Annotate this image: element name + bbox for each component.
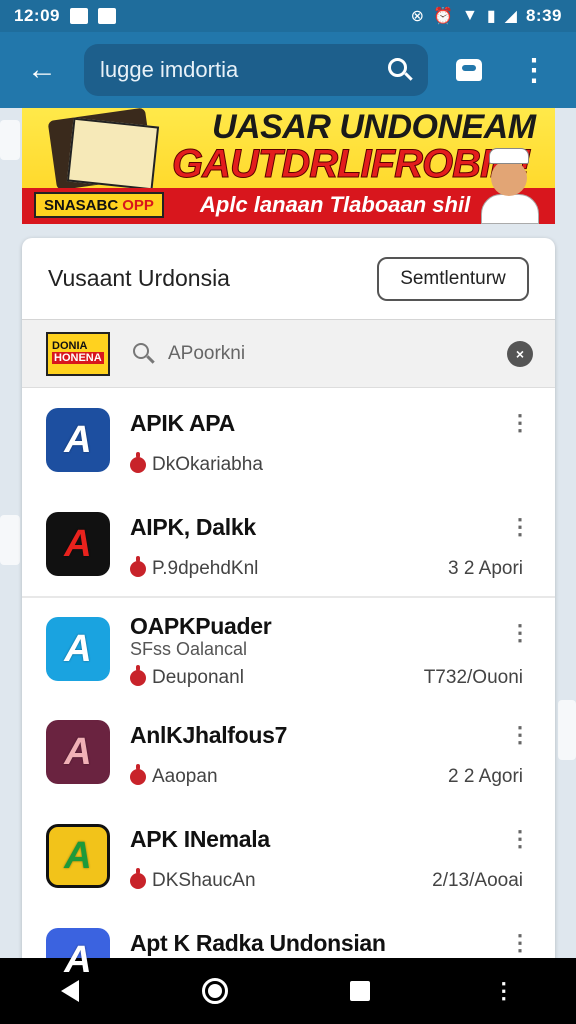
card-header: Vusaant Urdonsia Semtlenturw: [22, 238, 555, 320]
image-icon: [97, 8, 116, 24]
search-query: lugge imdortia: [100, 57, 239, 82]
banner-tagline: Aplc lanaan Tlaboaan shil: [200, 192, 471, 217]
app-list: A APIK APA DkOkariabha ⋮ A AIPK, Dalkk P…: [22, 388, 555, 978]
app-meta: 2 2 Agori: [448, 766, 523, 787]
more-vert-icon[interactable]: ⋮: [509, 514, 531, 540]
arrow-back-icon: ←: [27, 53, 57, 86]
card-action-button[interactable]: Semtlenturw: [377, 256, 529, 301]
back-button[interactable]: ←: [0, 32, 84, 108]
list-item[interactable]: A AnlKJhalfous7 Aaopan 2 2 Agori ⋮: [22, 700, 555, 804]
app-meta: T732/Ouoni: [423, 667, 523, 688]
app-meta: 3 2 Apori: [448, 558, 523, 579]
app-list-card: Vusaant Urdonsia Semtlenturw DONIA HONEN…: [22, 238, 555, 978]
app-name: Apt K Radka Undonsian: [130, 930, 386, 956]
banner-mascot: [475, 148, 545, 224]
more-vert-icon[interactable]: ⋮: [509, 620, 531, 646]
developer-badge-icon: [130, 868, 146, 889]
store-button[interactable]: [434, 32, 504, 108]
app-icon: A: [46, 512, 110, 576]
wifi-icon: ▼: [462, 7, 478, 24]
search-icon[interactable]: [386, 56, 414, 84]
list-item[interactable]: A AIPK, Dalkk P.9dpehdKnl 3 2 Apori ⋮: [22, 492, 555, 596]
app-name: APIK APA: [130, 410, 235, 436]
search-icon: [132, 342, 156, 366]
signal-icon: ◢: [504, 8, 517, 25]
app-developer: P.9dpehdKnl: [130, 556, 258, 580]
app-developer: Deuponanl: [130, 665, 244, 689]
status-time: 12:09: [14, 6, 60, 25]
app-developer: DKShaucAn: [130, 868, 256, 892]
filter-logo-line1: DONIA: [52, 339, 88, 352]
promo-banner[interactable]: UASAR UNDONEAM GAUTDRLIFROBIN! SNASABC O…: [22, 108, 555, 224]
nav-back-icon[interactable]: [61, 980, 80, 1002]
app-icon: A: [46, 617, 110, 681]
mute-icon: ⊗: [410, 8, 425, 25]
app-developer: Aaopan: [130, 764, 218, 788]
list-item[interactable]: A APIK APA DkOkariabha ⋮: [22, 388, 555, 492]
filter-row: DONIA HONENA APoorkni ×: [22, 320, 555, 388]
overflow-menu-button[interactable]: ⋮: [504, 32, 564, 108]
clear-search-icon[interactable]: ×: [507, 340, 533, 367]
banner-illustration: [30, 108, 160, 196]
nav-recents-icon[interactable]: [350, 981, 371, 1001]
app-subtitle: SFss Oalancal: [130, 639, 248, 659]
filter-logo-line2: HONENA: [52, 351, 104, 364]
banner-badge: SNASABC OPP: [34, 192, 164, 218]
more-vert-icon[interactable]: ⋮: [509, 826, 531, 852]
more-vert-icon[interactable]: ⋮: [509, 722, 531, 748]
background-decoration: [0, 515, 20, 565]
app-meta: 2/13/Aooai: [432, 870, 523, 891]
developer-badge-icon: [130, 764, 146, 785]
card-title: Vusaant Urdonsia: [48, 265, 230, 291]
developer-badge-icon: [130, 665, 146, 686]
banner-badge-text: SNASABC: [44, 196, 119, 214]
app-icon: A: [46, 408, 110, 472]
background-decoration: [0, 120, 20, 160]
app-name: AnlKJhalfous7: [130, 722, 288, 748]
status-icons: ⊗ ⏰ ▼ ▮ ◢ 8:39: [411, 6, 562, 26]
more-vert-icon[interactable]: ⋮: [509, 410, 531, 436]
notification-icon: [69, 8, 88, 24]
more-vert-icon: ⋮: [519, 53, 549, 87]
developer-badge-icon: [130, 452, 146, 473]
filter-search-input[interactable]: APoorkni: [132, 342, 507, 366]
app-icon: A: [46, 824, 110, 888]
filter-logo: DONIA HONENA: [46, 331, 110, 376]
status-clock: 8:39: [525, 6, 562, 25]
store-icon: [456, 59, 482, 81]
app-name: APK INemala: [130, 826, 270, 852]
search-input[interactable]: lugge imdortia: [84, 44, 428, 96]
app-icon: A: [46, 720, 110, 784]
battery-icon: ▮: [486, 8, 496, 25]
more-vert-icon[interactable]: ⋮: [509, 930, 531, 956]
app-developer: DkOkariabha: [130, 452, 263, 476]
status-bar: 12:09 ⊗ ⏰ ▼ ▮ ◢ 8:39: [0, 0, 576, 32]
app-bar: ← lugge imdortia ⋮: [0, 32, 576, 108]
list-item[interactable]: A APK INemala DKShaucAn 2/13/Aooai ⋮: [22, 804, 555, 908]
alarm-icon: ⏰: [433, 8, 453, 25]
list-item[interactable]: A OAPKPuader SFss Oalancal Deuponanl T73…: [22, 596, 555, 700]
filter-search-placeholder: APoorkni: [168, 342, 246, 364]
nav-home-icon[interactable]: [201, 978, 228, 1004]
app-name: AIPK, Dalkk: [130, 514, 256, 540]
background-decoration: [558, 700, 576, 760]
banner-badge-accent: OPP: [122, 196, 154, 214]
developer-badge-icon: [130, 556, 146, 577]
more-vert-icon[interactable]: ⋮: [493, 978, 515, 1004]
app-name: OAPKPuader: [130, 613, 272, 639]
